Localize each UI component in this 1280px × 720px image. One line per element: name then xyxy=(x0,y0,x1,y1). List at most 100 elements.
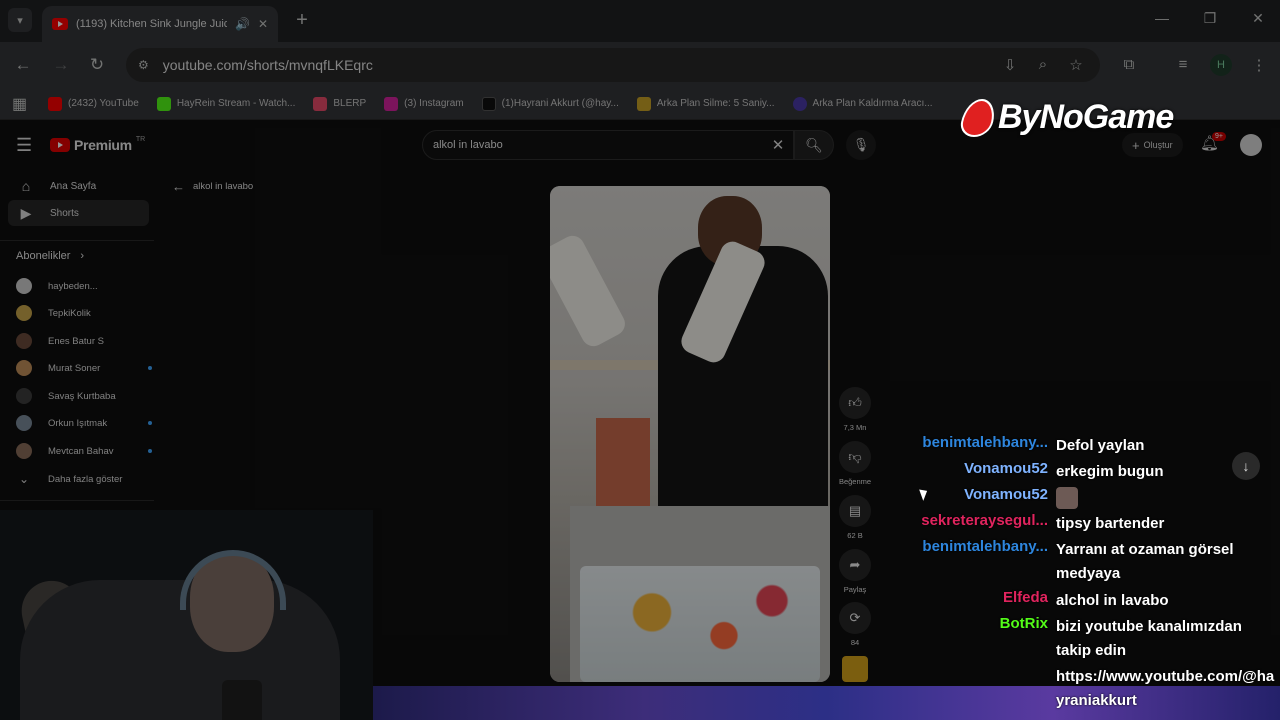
show-more-button[interactable]: ⌄ Daha fazla göster xyxy=(16,467,152,491)
sidebar-item-home[interactable]: ⌂ Ana Sayfa xyxy=(8,173,149,199)
arrow-down-icon: ↓ xyxy=(1242,458,1250,474)
channel-name: Orkun Işıtmak xyxy=(48,417,108,429)
thumbs-up-icon: 👍︎ xyxy=(839,387,871,419)
zoom-icon[interactable]: ⌕ xyxy=(1033,56,1053,73)
subscription-item[interactable]: Orkun Işıtmak xyxy=(16,411,152,435)
bookmark-blerp[interactable]: BLERP xyxy=(313,96,367,111)
subscriptions-header[interactable]: Abonelikler › xyxy=(16,250,84,262)
browser-tab-active[interactable]: (1193) Kitchen Sink Jungle Juice 🔊 ✕ xyxy=(42,6,278,42)
chat-scroll-down-button[interactable]: ↓ xyxy=(1232,452,1260,480)
share-label: Paylaş xyxy=(843,585,867,594)
apps-grid-icon[interactable]: ▦ xyxy=(12,94,30,114)
shorts-icon: ▶ xyxy=(20,204,32,221)
media-controls-icon[interactable]: ≡ xyxy=(1173,56,1193,73)
chat-username: sekreteraysegul... xyxy=(921,512,1048,529)
minimize-window-button[interactable]: — xyxy=(1152,10,1172,26)
bookmark-favicon-icon xyxy=(48,96,62,111)
microphone-object xyxy=(222,680,262,720)
like-button[interactable]: 👍︎ 7,3 Mn xyxy=(838,387,872,432)
subscription-item[interactable]: Mevtcan Bahav xyxy=(16,439,152,463)
chat-username: Vonamou52 xyxy=(964,486,1048,503)
subscription-item[interactable]: haybeden... xyxy=(16,274,152,298)
notification-badge: 9+ xyxy=(1212,132,1226,141)
guide-menu-icon[interactable]: ☰ xyxy=(16,135,32,156)
clear-search-icon[interactable]: ✕ xyxy=(763,136,793,154)
comments-button[interactable]: ▤ 62 B xyxy=(838,495,872,540)
bookmark-arka-plan-kaldirma[interactable]: Arka Plan Kaldırma Aracı... xyxy=(792,96,933,111)
site-info-icon[interactable]: ⚙ xyxy=(138,58,149,72)
extensions-icon[interactable]: ⧉ xyxy=(1119,56,1139,73)
channel-name: Mevtcan Bahav xyxy=(48,445,114,457)
bookmark-favicon-icon xyxy=(481,96,496,111)
subscriptions-label: Abonelikler xyxy=(16,250,71,262)
bookmark-tiktok[interactable]: (1)Hayrani Akkurt (@hay... xyxy=(481,96,619,111)
url-text[interactable]: youtube.com/shorts/mvnqfLKEqrc xyxy=(163,57,373,73)
subscription-item[interactable]: Murat Soner xyxy=(16,356,152,380)
remix-button[interactable]: ⟳ 84 xyxy=(838,602,872,647)
subscription-item[interactable]: Enes Batur S xyxy=(16,329,152,353)
close-window-button[interactable]: ✕ xyxy=(1248,10,1268,27)
channel-avatar xyxy=(16,333,32,349)
account-avatar[interactable] xyxy=(1240,134,1262,156)
back-to-search-link[interactable]: ← alkol in lavabo xyxy=(172,179,253,194)
bookmark-instagram[interactable]: (3) Instagram xyxy=(384,96,464,111)
youtube-logo-icon xyxy=(50,138,70,152)
bookmark-arka-plan-silme[interactable]: Arka Plan Silme: 5 Saniy... xyxy=(636,96,775,111)
browser-menu-icon[interactable]: ⋮ xyxy=(1249,56,1269,74)
sidebar-item-shorts[interactable]: ▶ Shorts xyxy=(8,200,149,226)
youtube-premium-logo[interactable]: Premium TR xyxy=(50,135,146,153)
profile-avatar[interactable]: H xyxy=(1210,54,1232,76)
search-button[interactable]: 🔍︎ xyxy=(794,130,834,160)
restore-window-button[interactable]: ❐ xyxy=(1200,10,1220,27)
back-label: alkol in lavabo xyxy=(193,181,254,192)
tab-title: (1193) Kitchen Sink Jungle Juice xyxy=(76,18,227,30)
channel-name: Savaş Kurtbaba xyxy=(48,390,116,402)
dislike-button[interactable]: 👎︎ Beğenme xyxy=(838,441,872,486)
bookmark-hayrein-stream[interactable]: HayRein Stream - Watch... xyxy=(156,96,295,111)
tab-search-button[interactable]: ▾ xyxy=(8,8,32,32)
voice-search-button[interactable]: 🎙︎ xyxy=(846,130,876,160)
bookmark-favicon-icon xyxy=(384,96,399,111)
ice-and-fruit xyxy=(580,566,820,682)
subscription-item[interactable]: Savaş Kurtbaba xyxy=(16,384,152,408)
bookmark-star-icon[interactable]: ☆ xyxy=(1066,56,1086,74)
sound-thumbnail[interactable] xyxy=(842,656,868,682)
channel-name: Murat Soner xyxy=(48,362,101,374)
bynogame-logo: ByNoGame xyxy=(957,98,1174,137)
chat-text: bizi youtube kanalımızdan takip edin xyxy=(1056,618,1242,659)
chat-emote-image xyxy=(1056,487,1078,510)
reload-button[interactable]: ↻ xyxy=(86,55,108,75)
chat-username: benimtalehbany... xyxy=(922,434,1048,451)
share-button[interactable]: ➦ Paylaş xyxy=(838,549,872,594)
comment-count: 62 B xyxy=(847,531,863,540)
close-tab-icon[interactable]: ✕ xyxy=(258,17,268,31)
remix-icon: ⟳ xyxy=(839,602,871,634)
new-tab-button[interactable]: + xyxy=(290,9,314,33)
bookmark-label: BLERP xyxy=(333,98,367,109)
search-input[interactable]: alkol in lavabo xyxy=(433,139,763,151)
install-app-icon[interactable]: ⇩ xyxy=(1000,56,1020,74)
speaker-icon[interactable]: 🔊 xyxy=(235,17,250,31)
channel-avatar xyxy=(16,415,32,431)
sidebar-item-label: Ana Sayfa xyxy=(50,180,97,192)
shorts-video-player[interactable] xyxy=(550,186,830,682)
subscription-item[interactable]: TepkiKolik xyxy=(16,301,152,325)
remix-count: 84 xyxy=(850,638,860,647)
mouse-cursor-icon xyxy=(919,487,930,501)
bynogame-text: ByNoGame xyxy=(998,98,1174,136)
chat-username: Elfeda xyxy=(1002,589,1048,606)
chat-text xyxy=(1056,486,1278,510)
back-button[interactable]: ← xyxy=(12,55,34,75)
logo-country: TR xyxy=(135,135,146,143)
search-box[interactable]: alkol in lavabo ✕ xyxy=(422,130,794,160)
forward-button[interactable]: → xyxy=(50,55,72,75)
bookmark-label: Arka Plan Silme: 5 Saniy... xyxy=(656,98,775,109)
search-icon: 🔍︎ xyxy=(805,136,823,153)
new-content-dot xyxy=(148,449,152,453)
bookmark-label: Arka Plan Kaldırma Aracı... xyxy=(812,98,933,109)
address-bar[interactable]: ⚙ youtube.com/shorts/mvnqfLKEqrc xyxy=(126,48,1100,82)
bookmark-youtube[interactable]: (2432) YouTube xyxy=(48,96,139,111)
youtube-favicon-icon xyxy=(52,18,68,30)
thumbs-down-icon: 👎︎ xyxy=(839,441,871,473)
channel-avatar xyxy=(16,360,32,376)
